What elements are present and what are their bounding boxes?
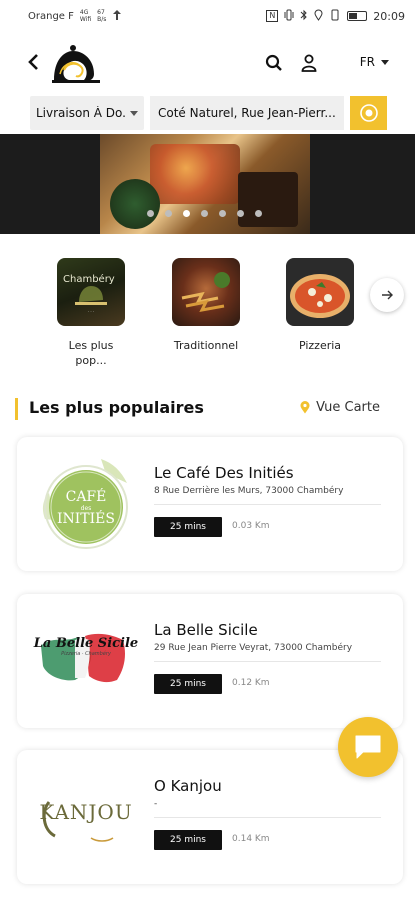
popular-section-header: Les plus populaires Vue Carte (15, 396, 400, 422)
restaurant-logo: CAFÉ des INITIÉS (31, 449, 141, 559)
battery-icon (347, 11, 368, 21)
restaurant-name: Le Café Des Initiés (154, 464, 294, 482)
caret-down-icon (130, 110, 138, 116)
restaurant-card[interactable]: CAFÉ des INITIÉS Le Café Des Initiés 8 R… (17, 437, 403, 571)
restaurant-card[interactable]: KANJOU O Kanjou - 25 mins 0.14 Km (17, 750, 403, 884)
svg-text:· · ·: · · · (88, 309, 94, 314)
locate-button[interactable] (350, 96, 387, 130)
restaurant-distance: 0.14 Km (232, 834, 270, 844)
carousel-indicators (0, 210, 412, 217)
restaurant-address: 8 Rue Derrière les Murs, 73000 Chambéry (154, 486, 344, 496)
logo-text: La Belle Sicile (33, 636, 139, 651)
banner-food-image (100, 134, 310, 234)
logo-text: Pizzeria · Chambéry (61, 651, 111, 657)
delivery-time-badge: 25 mins (154, 830, 222, 850)
category-image: Chambéry · · · (57, 258, 125, 326)
cloche-logo-icon (52, 45, 100, 83)
divider (154, 504, 381, 505)
status-bar: Orange F 4G Wifi 67 B/s N 20:09 (0, 0, 415, 32)
vibrate-icon (284, 9, 294, 24)
delivery-mode-value: Livraison À Do... (36, 106, 126, 120)
back-button[interactable] (26, 52, 40, 77)
caret-down-icon (381, 59, 389, 65)
app-logo[interactable] (50, 42, 102, 86)
carousel-dot[interactable] (219, 210, 226, 217)
restaurant-logo: La Belle Sicile Pizzeria · Chambéry (31, 606, 141, 716)
app-header: FR (0, 40, 415, 88)
phone-icon (329, 9, 341, 24)
category-label: Les plus pop... (68, 339, 114, 367)
restaurant-distance: 0.12 Km (232, 678, 270, 688)
restaurant-name: La Belle Sicile (154, 621, 258, 639)
user-icon (301, 54, 317, 72)
chat-button[interactable] (338, 717, 398, 777)
network-type: 4G Wifi (79, 9, 92, 23)
carousel-dot[interactable] (201, 210, 208, 217)
restaurant-address: - (154, 799, 158, 809)
carousel-dot[interactable] (183, 210, 190, 217)
category-item-traditionnel[interactable]: Traditionnel (172, 258, 240, 353)
bluetooth-icon (300, 9, 308, 24)
language-selector[interactable]: FR (360, 55, 389, 69)
map-pin-icon (300, 401, 310, 414)
category-carousel: Chambéry · · · Les plus pop... Tradition… (0, 258, 415, 378)
delivery-time-badge: 25 mins (154, 517, 222, 537)
category-label: Traditionnel (173, 339, 239, 352)
delivery-mode-select[interactable]: Livraison À Do... (30, 96, 144, 130)
carrier-name: Orange F (28, 10, 74, 22)
banner-carousel[interactable] (0, 134, 415, 234)
divider (154, 817, 381, 818)
search-button[interactable] (265, 54, 283, 76)
chevron-left-icon (28, 54, 38, 70)
network-speed: 67 B/s (97, 9, 107, 23)
category-image (286, 258, 354, 326)
divider (154, 661, 381, 662)
category-next-button[interactable] (370, 278, 404, 312)
section-accent-bar (15, 398, 18, 420)
logo-text: CAFÉ (65, 488, 107, 505)
map-link-label: Vue Carte (316, 400, 380, 415)
chat-bubble-icon (355, 735, 381, 759)
restaurant-name: O Kanjou (154, 777, 222, 795)
restaurant-card[interactable]: La Belle Sicile Pizzeria · Chambéry La B… (17, 594, 403, 728)
language-label: FR (359, 55, 375, 69)
notification-icon (112, 9, 122, 24)
carousel-dot[interactable] (147, 210, 154, 217)
category-image (172, 258, 240, 326)
category-item-popular[interactable]: Chambéry · · · Les plus pop... (57, 258, 125, 368)
target-icon (359, 104, 378, 122)
delivery-time-badge: 25 mins (154, 674, 222, 694)
clock: 20:09 (373, 9, 405, 23)
carousel-dot[interactable] (255, 210, 262, 217)
account-button[interactable] (301, 54, 317, 76)
logo-text: INITIÉS (57, 510, 115, 527)
restaurant-distance: 0.03 Km (232, 521, 270, 531)
restaurant-address: 29 Rue Jean Pierre Veyrat, 73000 Chambér… (154, 643, 353, 653)
restaurant-logo: KANJOU (31, 762, 141, 872)
search-bar: Livraison À Do... Coté Naturel, Rue Jean… (30, 96, 387, 130)
section-title: Les plus populaires (29, 398, 204, 417)
carousel-dot[interactable] (237, 210, 244, 217)
arrow-right-icon (382, 290, 393, 300)
category-label: Pizzeria (298, 339, 342, 352)
address-input[interactable]: Coté Naturel, Rue Jean-Pierr... (150, 96, 344, 130)
location-status-icon (314, 9, 323, 24)
search-icon (265, 54, 282, 71)
carousel-dot[interactable] (165, 210, 172, 217)
category-item-pizzeria[interactable]: Pizzeria (286, 258, 354, 353)
map-view-link[interactable]: Vue Carte (300, 400, 380, 415)
nfc-icon: N (266, 10, 279, 22)
